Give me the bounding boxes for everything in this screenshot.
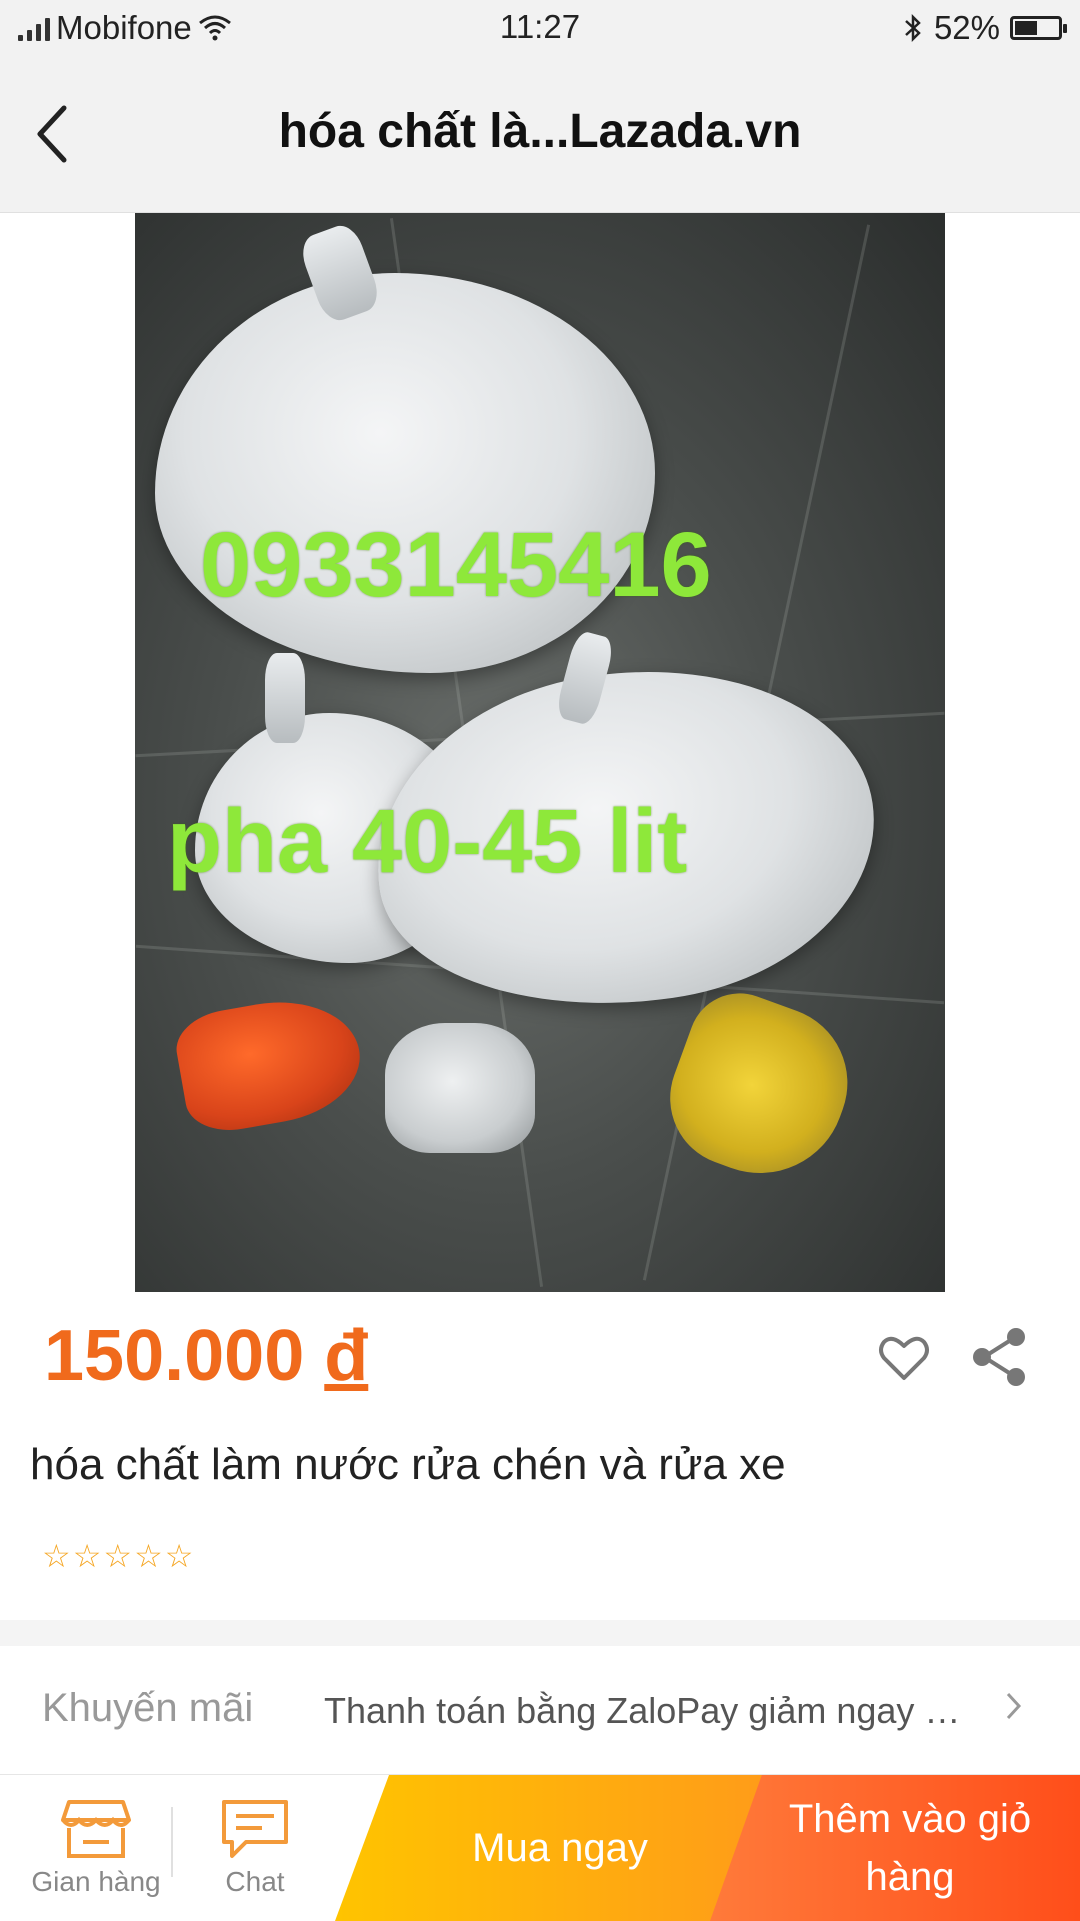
wishlist-button[interactable] [876,1330,932,1386]
store-label: Gian hàng [31,1866,161,1897]
status-bar: Mobifone 11:27 52% [0,0,1080,56]
buy-now-label: Mua ngay [472,1826,648,1870]
rating-stars[interactable]: ☆ ☆ ☆ ☆ ☆ [42,1540,193,1572]
star-icon: ☆ [72,1538,102,1574]
store-button[interactable]: Gian hàng [18,1775,174,1921]
star-icon: ☆ [42,1538,71,1574]
separator [171,1807,173,1877]
share-icon [973,1328,1025,1386]
section-divider [0,1620,1080,1646]
promotion-label: Khuyến mãi [42,1686,254,1730]
star-icon: ☆ [103,1538,133,1574]
store-icon [61,1800,131,1858]
bluetooth-icon [905,13,921,43]
mix-overlay-text: pha 40-45 lit [167,792,688,892]
navigation-bar: hóa chất là...Lazada.vn [0,56,1080,213]
share-button[interactable] [970,1326,1030,1388]
add-to-cart-button[interactable]: Thêm vào giỏ hàng [710,1775,1080,1921]
yellow-bag [651,979,869,1197]
battery-percent: 52% [933,9,1000,46]
page-title: hóa chất là...Lazada.vn [278,105,802,158]
star-icon: ☆ [164,1538,194,1574]
chat-label: Chat [225,1866,285,1897]
bottom-action-bar: Gian hàng Chat Mua ngay Thêm vào giỏ hàn… [0,1774,1080,1921]
system-status: 52% [902,8,1067,48]
product-title: hóa chất làm nước rửa chén và rửa xe [30,1440,786,1489]
phone-overlay-text: 0933145416 [200,514,712,616]
price-value: 150.000 [44,1316,305,1396]
chevron-right-icon [1004,1688,1024,1734]
product-price: 150.000 đ [44,1315,368,1397]
star-icon: ☆ [134,1538,163,1574]
red-bag [170,988,370,1138]
chat-icon [222,1800,288,1858]
buy-now-button[interactable]: Mua ngay [335,1775,785,1921]
add-to-cart-label: Thêm vào giỏ hàng [788,1797,1032,1899]
small-bag [385,1023,535,1153]
back-button[interactable] [22,98,82,170]
battery-icon [1010,16,1067,40]
heart-icon [879,1336,929,1380]
bag-knot [265,653,305,743]
promotion-text: Thanh toán bằng ZaloPay giảm ngay 1... [324,1690,964,1731]
chat-button[interactable]: Chat [180,1775,330,1921]
product-image[interactable]: 0933145416 pha 40-45 lit [135,213,945,1292]
battery-level [1015,21,1037,35]
price-currency: đ [324,1316,369,1396]
back-arrow-icon [37,105,67,163]
promotion-row[interactable]: Khuyến mãi Thanh toán bằng ZaloPay giảm … [0,1646,1080,1774]
